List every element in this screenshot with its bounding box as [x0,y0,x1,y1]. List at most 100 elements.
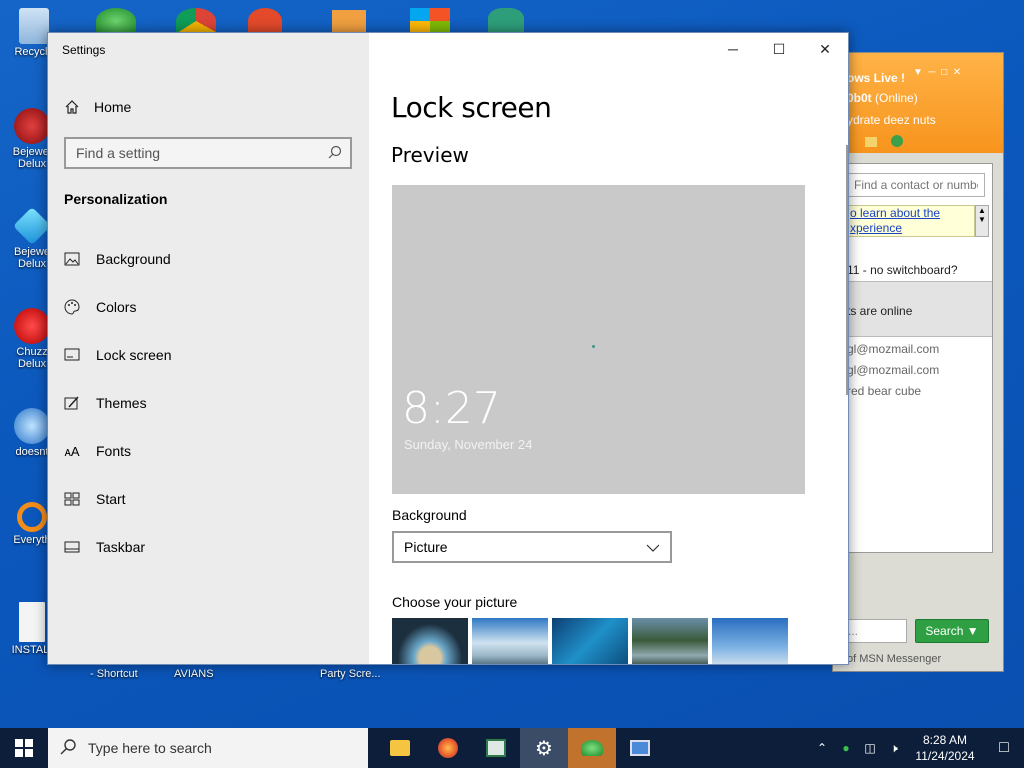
chrome-icon[interactable] [176,8,216,34]
find-setting-search[interactable] [64,137,352,169]
firefox-icon [438,738,458,758]
taskbar-remote-desktop[interactable] [616,728,664,768]
messenger-switchboard-text: 11 - no switchboard? [847,263,958,277]
preview-heading: Preview [391,143,469,167]
home-icon [64,99,80,115]
messenger-header: ows Live ! ▼ ─ □ ✕ 0b0t (Online) ydrate … [833,53,1003,153]
messenger-icon [581,740,603,756]
messenger-contact[interactable]: gl@mozmail.com [847,363,939,377]
windows-start-icon [15,739,33,757]
chevron-up-icon[interactable]: ⌃ [810,741,834,755]
messenger-tray-icon[interactable]: ● [834,741,858,755]
windows-logo-icon[interactable] [410,8,450,34]
preview-time: 8:27 [402,383,501,434]
document-icon [19,602,45,642]
content-scrollbar[interactable] [846,145,848,395]
globe-small-icon[interactable] [891,135,903,147]
picture-thumbnail[interactable] [552,618,628,664]
taskbar-file-explorer[interactable] [376,728,424,768]
nav-item-label: Background [96,251,171,267]
character-icon[interactable] [488,8,524,34]
find-setting-input[interactable] [76,145,316,161]
network-icon[interactable]: ◫ [858,741,882,755]
picture-thumbnail[interactable] [472,618,548,664]
messenger-title: ows Live ! [847,71,906,85]
nav-item-themes[interactable]: Themes [48,379,369,427]
brush-icon [64,395,80,411]
search-icon [60,738,76,758]
nav-item-taskbar[interactable]: Taskbar [48,523,369,571]
taskbar-clock[interactable]: 8:28 AM 11/24/2024 [906,732,984,764]
nav-item-label: Lock screen [96,347,172,363]
search-icon[interactable] [328,145,342,162]
messenger-find-contact-input[interactable] [847,173,985,197]
lock-screen-preview: 8:27 Sunday, November 24 [392,185,805,494]
messenger-banner[interactable]: o learn about the xperience [847,205,975,237]
picture-thumbnail[interactable] [392,618,468,664]
volume-icon[interactable]: 🕨 [882,741,906,756]
messenger-banner-scroll[interactable]: ▲ ▼ [975,205,989,237]
recycle-bin-icon [19,8,49,44]
taskbar-app-window[interactable] [472,728,520,768]
preview-date: Sunday, November 24 [404,437,533,452]
taskbar-icon [64,539,80,555]
messenger-footer: of MSN Messenger [847,653,942,665]
desktop-label-avians: AVIANS [174,668,214,680]
messenger-contact[interactable]: red bear cube [847,384,921,398]
close-button[interactable]: ✕ [802,33,848,65]
desktop-label-party-screen: Party Scre... [320,668,381,680]
folder-icon [390,740,410,756]
minimize-button[interactable]: ─ [710,33,756,65]
settings-sidebar: Settings Home Personalization Background [48,33,369,664]
messenger-search-input[interactable]: ... [843,619,907,643]
taskbar-search[interactable]: Type here to search [48,728,368,768]
gem-icon [12,206,52,246]
background-label: Background [392,507,467,523]
messenger-window[interactable]: ows Live ! ▼ ─ □ ✕ 0b0t (Online) ydrate … [832,52,1004,672]
messenger-username: 0b0t [847,91,872,105]
bejeweled-icon [14,108,50,144]
palette-icon [64,299,80,315]
messenger-window-controls[interactable]: ▼ ─ □ ✕ [913,67,961,78]
messenger-status[interactable]: (Online) [875,91,918,105]
nav-item-label: Fonts [96,443,132,459]
picture-icon [64,251,80,267]
notification-icon[interactable]: □ [984,739,1024,757]
taskbar-messenger[interactable] [568,728,616,768]
taskbar: Type here to search ⚙ ⌃ ● ◫ 🕨 8:28 AM 11… [0,728,1024,768]
messenger-banner-link-2[interactable]: xperience [848,221,974,236]
messenger-search-button[interactable]: Search ▼ [915,619,989,643]
globe-icon [14,408,50,444]
picture-thumbnails [392,618,788,664]
app-icon-red[interactable] [248,8,282,34]
nav-item-fonts[interactable]: ᴀA Fonts [48,427,369,475]
start-icon [64,491,80,507]
window-title: Settings [62,43,106,57]
messenger-contact[interactable]: gl@mozmail.com [847,342,939,356]
app-icon-avians[interactable] [332,10,366,34]
loading-indicator [592,345,595,348]
background-dropdown[interactable]: Picture [392,531,672,563]
messenger-personal-message[interactable]: ydrate deez nuts [847,113,936,127]
nav-item-background[interactable]: Background [48,235,369,283]
picture-thumbnail[interactable] [712,618,788,664]
taskbar-settings[interactable]: ⚙ [520,728,568,768]
nav-item-label: Colors [96,299,137,315]
nav-item-colors[interactable]: Colors [48,283,369,331]
start-button[interactable] [0,728,48,768]
messenger-banner-link-1[interactable]: o learn about the [848,206,974,221]
taskbar-firefox[interactable] [424,728,472,768]
page-title: Lock screen [391,91,552,124]
magnifier-icon [17,502,47,532]
background-dropdown-value: Picture [404,539,448,555]
nav-item-lock-screen[interactable]: Lock screen [48,331,369,379]
messenger-online-text: ts are online [847,304,913,318]
nav-home[interactable]: Home [64,97,131,117]
maximize-button[interactable]: ☐ [756,33,802,65]
folder-icon[interactable] [865,137,877,147]
picture-thumbnail[interactable] [632,618,708,664]
chevron-down-icon [646,539,660,555]
users-icon[interactable] [96,8,136,34]
settings-window[interactable]: Settings Home Personalization Background [47,32,849,665]
nav-item-start[interactable]: Start [48,475,369,523]
